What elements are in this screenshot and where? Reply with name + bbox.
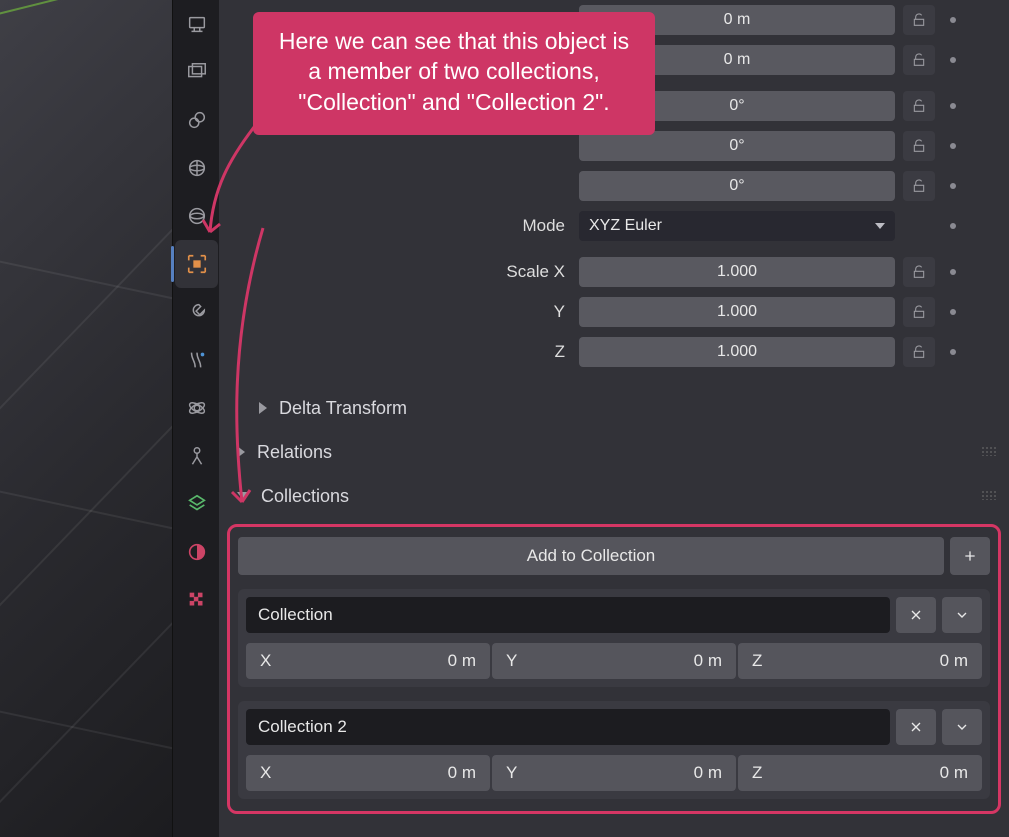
scale-y-field[interactable]: 1.000 [579,297,895,327]
keyframe-dot[interactable] [939,309,967,315]
collection-name-input[interactable]: Collection [246,597,890,633]
axis-y [0,0,172,38]
drag-grip-icon[interactable] [981,446,997,456]
section-delta-transform[interactable]: Delta Transform [219,386,1009,430]
lock-icon[interactable] [903,131,935,161]
scale-y-row: Y 1.000 [219,292,1009,332]
annotation-arrow [218,226,278,516]
viewport-3d[interactable] [0,0,172,837]
tab-material[interactable] [173,528,220,576]
tab-texture[interactable] [173,576,220,624]
remove-collection-button[interactable] [896,597,936,633]
grid-line [0,22,172,837]
scale-z-row: Z 1.000 [219,332,1009,372]
lock-icon[interactable] [903,257,935,287]
collection-offset-y[interactable]: Y 0 m [492,755,736,791]
rotation-z-row: 0° [219,166,1009,206]
scale-x-field[interactable]: 1.000 [579,257,895,287]
axis-label: Z [752,651,762,671]
section-collections[interactable]: Collections [219,474,1009,518]
keyframe-dot[interactable] [939,183,967,189]
collection-offset-z[interactable]: Z 0 m [738,643,982,679]
keyframe-dot[interactable] [939,57,967,63]
tab-data[interactable] [173,480,220,528]
keyframe-dot[interactable] [939,269,967,275]
keyframe-dot[interactable] [939,223,967,229]
axis-label: X [260,763,271,783]
collection-offset-z[interactable]: Z 0 m [738,755,982,791]
axis-label: X [260,651,271,671]
tab-particles[interactable] [173,336,220,384]
lock-icon[interactable] [903,91,935,121]
axis-value: 0 m [940,763,968,783]
grid-line [0,22,172,837]
rotation-mode-row: Mode XYZ Euler [219,206,1009,246]
grid-line [0,115,172,387]
remove-collection-button[interactable] [896,709,936,745]
add-collection-plus-button[interactable] [950,537,990,575]
scale-x-row: Scale X 1.000 [219,252,1009,292]
tab-constraints[interactable] [173,432,220,480]
lock-icon[interactable] [903,337,935,367]
lock-icon[interactable] [903,5,935,35]
lock-icon[interactable] [903,45,935,75]
keyframe-dot[interactable] [939,17,967,23]
collection-item: Collection X 0 m Y 0 m Z 0 m [238,589,990,687]
rotation-mode-select[interactable]: XYZ Euler [579,211,895,241]
section-relations[interactable]: Relations [219,430,1009,474]
collection-name-input[interactable]: Collection 2 [246,709,890,745]
collection-menu-button[interactable] [942,709,982,745]
tab-render[interactable] [173,0,220,48]
rotation-y-field[interactable]: 0° [579,131,895,161]
collections-body: Add to Collection Collection X 0 m Y 0 m Z… [227,524,1001,814]
axis-value: 0 m [940,651,968,671]
lock-icon[interactable] [903,297,935,327]
tab-modifiers[interactable] [173,288,220,336]
lock-icon[interactable] [903,171,935,201]
axis-value: 0 m [448,763,476,783]
grid-line [0,565,172,837]
axis-label: Y [506,651,517,671]
keyframe-dot[interactable] [939,143,967,149]
axis-label: Z [752,763,762,783]
axis-label: Y [506,763,517,783]
axis-value: 0 m [694,763,722,783]
collection-menu-button[interactable] [942,597,982,633]
collection-offset-y[interactable]: Y 0 m [492,643,736,679]
rotation-z-field[interactable]: 0° [579,171,895,201]
annotation-callout: Here we can see that this object is a me… [253,12,655,135]
axis-value: 0 m [448,651,476,671]
keyframe-dot[interactable] [939,349,967,355]
drag-grip-icon[interactable] [981,490,997,500]
collection-offset-x[interactable]: X 0 m [246,643,490,679]
collection-item: Collection 2 X 0 m Y 0 m Z 0 m [238,701,990,799]
keyframe-dot[interactable] [939,103,967,109]
section-label: Delta Transform [279,398,407,419]
tab-physics[interactable] [173,384,220,432]
add-to-collection-button[interactable]: Add to Collection [238,537,944,575]
grid-line [0,22,172,837]
collection-offset-x[interactable]: X 0 m [246,755,490,791]
axis-value: 0 m [694,651,722,671]
tab-output[interactable] [173,48,220,96]
scale-z-field[interactable]: 1.000 [579,337,895,367]
